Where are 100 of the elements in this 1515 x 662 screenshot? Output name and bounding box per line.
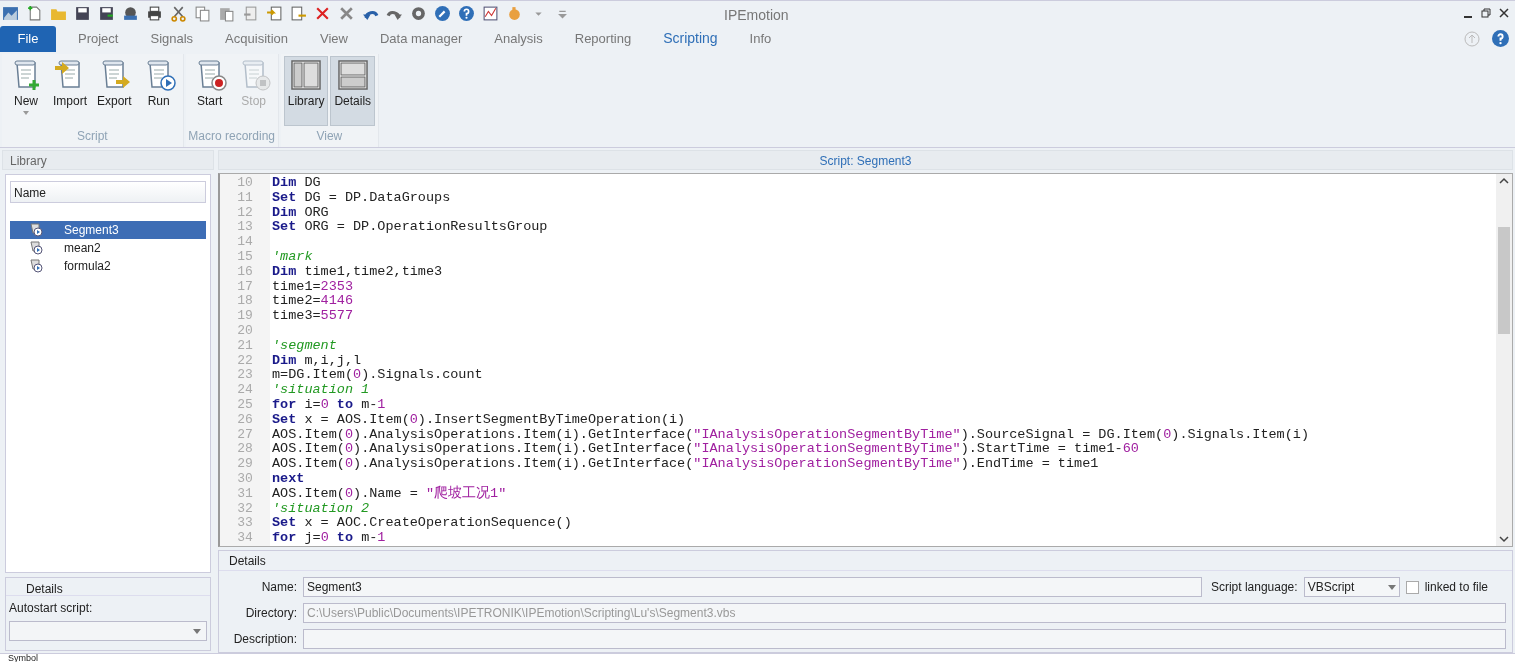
code-line: time2=4146 — [271, 294, 354, 310]
line-number: 22 — [236, 353, 254, 369]
code-line: Set ORG = DP.OperationResultsGroup — [271, 220, 549, 236]
code-line: Dim m,i,j,l — [271, 353, 363, 369]
column-header: Name — [10, 181, 206, 203]
scrollbar[interactable] — [1496, 174, 1512, 546]
help-icon[interactable] — [458, 4, 475, 22]
code-line: AOS.Item(0).AnalysisOperations.Item(i).GetInterface("IAnalysisOperationSegmentByTime").StartTime = time1-60 — [271, 442, 1140, 458]
panel-header: Details — [6, 578, 210, 596]
name-field[interactable]: Segment3 — [303, 577, 1202, 597]
code-line: AOS.Item(0).AnalysisOperations.Item(i).GetInterface("IAnalysisOperationSegmentByTime").EndTime = time1 — [271, 457, 1100, 472]
line-number: 24 — [236, 383, 254, 398]
line-number: 25 — [236, 397, 254, 413]
field-label: Description: — [232, 631, 297, 648]
code-line: Dim DG — [271, 176, 322, 191]
ribbon-button[interactable]: Library — [283, 56, 329, 126]
code-line: 'situation 1 — [271, 383, 371, 398]
ribbon-button[interactable]: Start — [188, 56, 231, 126]
save-as-icon[interactable] — [98, 4, 115, 22]
ribbon-tab[interactable]: Acquisition — [209, 28, 304, 49]
line-number: 13 — [236, 220, 254, 236]
line-number: 23 — [236, 368, 254, 384]
code-line: time3=5577 — [271, 309, 354, 324]
ribbon-tab[interactable]: Reporting — [558, 28, 648, 49]
field-label: Autostart script: — [8, 600, 94, 617]
line-number: 27 — [236, 427, 254, 443]
field-label: Directory: — [244, 605, 297, 622]
code-line: m=DG.Item(0).Signals.count — [271, 368, 484, 384]
import-icon[interactable] — [266, 4, 283, 22]
line-number: 14 — [236, 235, 254, 250]
ribbon-button[interactable]: Export — [93, 56, 136, 126]
code-line: Set DG = DP.DataGroups — [271, 190, 452, 206]
ribbon-tab[interactable]: Scripting — [647, 28, 734, 49]
checkbox[interactable] — [1405, 580, 1419, 594]
language-dropdown[interactable]: VBScript — [1303, 577, 1400, 597]
ribbon-tab[interactable]: Data manager — [363, 28, 479, 49]
caret-icon — [193, 629, 201, 634]
close-icon[interactable] — [1499, 8, 1509, 18]
code-line: time1=2353 — [271, 279, 354, 295]
file-menu-button[interactable]: File — [0, 25, 56, 52]
group-label: Script — [76, 128, 109, 145]
details-layout-icon — [335, 58, 370, 92]
line-number: 15 — [236, 250, 254, 265]
ribbon-tab[interactable]: Project — [62, 28, 135, 49]
line-number: 20 — [236, 323, 254, 339]
export-icon[interactable] — [290, 4, 307, 22]
autostart-dropdown[interactable] — [9, 621, 207, 641]
print-icon[interactable] — [146, 4, 163, 22]
chart-icon[interactable] — [482, 4, 499, 22]
code-line: for i=0 to m-1 — [271, 397, 387, 413]
ribbon-tab[interactable]: Analysis — [478, 28, 559, 49]
copy-icon[interactable] — [194, 4, 211, 22]
line-number: 10 — [236, 176, 254, 191]
script-icon — [28, 240, 44, 256]
line-number: 16 — [236, 264, 254, 280]
code-line: for j=0 to m-1 — [271, 531, 387, 546]
app-icon[interactable] — [2, 4, 19, 22]
panel-header: Library — [2, 150, 214, 170]
line-number: 28 — [236, 442, 254, 458]
field-label: Script language: — [1210, 579, 1298, 596]
library-layout-icon — [289, 58, 324, 92]
new-file-icon[interactable] — [26, 4, 43, 22]
caret-icon — [1387, 584, 1396, 590]
ribbon-button[interactable]: Run — [137, 56, 180, 126]
caret-icon — [22, 110, 30, 116]
code-line: next — [271, 471, 306, 487]
help-icon[interactable] — [1492, 30, 1509, 47]
code-line: Dim ORG — [271, 205, 330, 221]
line-number: 30 — [236, 471, 254, 487]
line-number: 18 — [236, 294, 254, 310]
scroll-up-icon[interactable] — [1499, 177, 1509, 185]
cut-icon[interactable] — [170, 4, 187, 22]
window-title: IPEmotion — [724, 6, 789, 25]
code-line: Set x = AOS.Item(0).InsertSegmentByTimeOperation(i) — [271, 412, 687, 428]
ribbon-button[interactable]: Details — [330, 56, 376, 126]
ribbon-tab[interactable]: Signals — [134, 28, 210, 49]
library-item[interactable]: Segment3 — [10, 221, 206, 239]
ribbon-button[interactable]: Import — [49, 56, 91, 126]
checkbox-label: linked to file — [1424, 579, 1488, 596]
line-number: 11 — [236, 190, 254, 206]
settings-icon[interactable] — [410, 4, 427, 22]
scroll-down-icon[interactable] — [1499, 535, 1509, 543]
panel-header: Details — [219, 551, 1512, 571]
library-item[interactable]: formula2 — [10, 257, 206, 275]
code-line: AOS.Item(0).Name = "爬坡工况1" — [271, 486, 508, 502]
status-text: Symbol — [0, 653, 1515, 662]
ribbon-button[interactable]: New — [5, 56, 47, 126]
scrollbar-thumb[interactable] — [1498, 227, 1510, 334]
line-number: 17 — [236, 279, 254, 295]
document-icon[interactable] — [242, 4, 259, 22]
save-icon[interactable] — [74, 4, 91, 22]
ribbon-tab[interactable]: View — [304, 28, 364, 49]
library-item[interactable]: mean2 — [10, 239, 206, 257]
ribbon-tab[interactable]: Info — [733, 28, 788, 49]
restore-icon[interactable] — [1481, 8, 1491, 18]
line-number: 34 — [236, 531, 254, 546]
line-number: 26 — [236, 412, 254, 428]
description-field[interactable] — [303, 629, 1506, 649]
line-number: 21 — [236, 338, 254, 354]
code-line: Dim time1,time2,time3 — [271, 264, 444, 280]
